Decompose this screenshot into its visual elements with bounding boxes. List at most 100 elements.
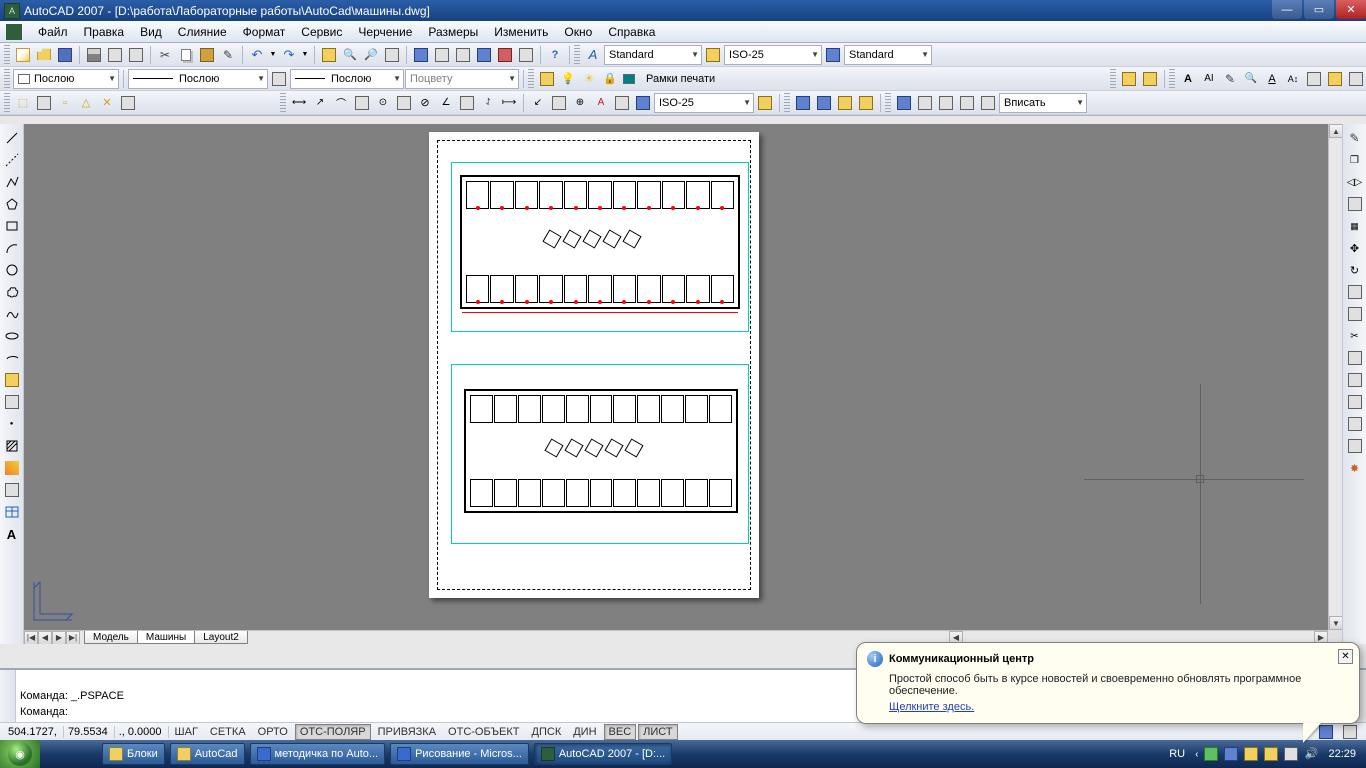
help-button[interactable]: ? bbox=[545, 45, 565, 65]
status-toggle-орто[interactable]: ОРТО bbox=[253, 724, 293, 740]
osnap-mid-button[interactable]: △ bbox=[76, 93, 96, 113]
vport-poly-button[interactable] bbox=[936, 93, 956, 113]
mirror-tool[interactable]: ◁▷ bbox=[1345, 172, 1365, 192]
new-button[interactable] bbox=[13, 45, 33, 65]
linetype-combo[interactable]: Послою▼ bbox=[128, 69, 268, 89]
vport-single-button[interactable] bbox=[915, 93, 935, 113]
balloon-close-button[interactable]: ✕ bbox=[1338, 649, 1353, 664]
osnap-end-button[interactable]: ▫ bbox=[55, 93, 75, 113]
menu-dimension[interactable]: Размеры bbox=[420, 23, 486, 41]
zoom-win-button[interactable]: 🔎 bbox=[361, 45, 381, 65]
offset-tool[interactable] bbox=[1345, 194, 1365, 214]
tab-layout2[interactable]: Layout2 bbox=[194, 631, 248, 644]
props-button[interactable] bbox=[411, 45, 431, 65]
dimupdate-button[interactable] bbox=[633, 93, 653, 113]
dimrad-button[interactable]: ⊙ bbox=[373, 93, 393, 113]
menu-tools[interactable]: Сервис bbox=[293, 23, 350, 41]
dtext-button[interactable]: AI bbox=[1199, 69, 1219, 89]
taskbar-item[interactable]: Рисование - Micros... bbox=[390, 743, 529, 765]
textstyle-icon[interactable]: A bbox=[583, 45, 603, 65]
status-toggle-отс-объект[interactable]: ОТС-ОБЪЕКТ bbox=[443, 724, 524, 740]
block-make-tool[interactable] bbox=[2, 392, 22, 412]
language-indicator[interactable]: RU bbox=[1165, 748, 1189, 760]
tab-next[interactable]: ▶ bbox=[52, 631, 66, 645]
menu-format[interactable]: Формат bbox=[235, 23, 294, 41]
qdim-button[interactable] bbox=[457, 93, 477, 113]
scaletext-button[interactable]: A↕ bbox=[1283, 69, 1303, 89]
lineweight-combo[interactable]: Послою▼ bbox=[290, 69, 404, 89]
mtext-tool[interactable]: A bbox=[2, 524, 22, 544]
minimize-button[interactable]: — bbox=[1272, 0, 1302, 19]
plot-preview-button[interactable] bbox=[105, 45, 125, 65]
revcloud-tool[interactable] bbox=[2, 282, 22, 302]
layer-lock-icon[interactable]: 🔒 bbox=[600, 69, 620, 89]
toolbar-grip[interactable] bbox=[574, 45, 580, 65]
ssm-button[interactable] bbox=[474, 45, 494, 65]
redo-button[interactable]: ↷ bbox=[279, 45, 299, 65]
maximize-viewport[interactable] bbox=[1340, 722, 1360, 742]
toolbar-grip[interactable] bbox=[4, 69, 10, 89]
close-button[interactable]: ✕ bbox=[1336, 0, 1366, 19]
toolbar-grip[interactable] bbox=[280, 93, 286, 113]
redo-dd-button[interactable]: ▼ bbox=[300, 45, 310, 65]
dimcen-button[interactable]: ⊕ bbox=[570, 93, 590, 113]
join-tool[interactable] bbox=[1345, 392, 1365, 412]
layprev-button[interactable] bbox=[1140, 69, 1160, 89]
dimedit-button[interactable]: A bbox=[591, 93, 611, 113]
region-tool[interactable] bbox=[2, 480, 22, 500]
menu-draw[interactable]: Черчение bbox=[350, 23, 420, 41]
linetype-mgr-button[interactable] bbox=[269, 69, 289, 89]
mtext-button[interactable]: A bbox=[1178, 69, 1198, 89]
layer-color-icon[interactable] bbox=[621, 69, 641, 89]
osnap-from-button[interactable] bbox=[34, 93, 54, 113]
layer-freeze-icon[interactable]: ☀ bbox=[579, 69, 599, 89]
status-toggle-привязка[interactable]: ПРИВЯЗКА bbox=[373, 724, 441, 740]
vertical-scrollbar[interactable]: ▲ ▼ bbox=[1328, 124, 1342, 630]
zoom-rt-button[interactable]: 🔍 bbox=[340, 45, 360, 65]
toolbar-grip[interactable] bbox=[4, 45, 10, 65]
gradient-tool[interactable] bbox=[2, 458, 22, 478]
status-toggle-дин[interactable]: ДИН bbox=[568, 724, 601, 740]
layer-on-icon[interactable]: 💡 bbox=[558, 69, 578, 89]
table-tool[interactable] bbox=[2, 502, 22, 522]
copy-tool[interactable]: ❐ bbox=[1345, 150, 1365, 170]
ellipsearc-tool[interactable] bbox=[2, 348, 22, 368]
tray-chevron-icon[interactable]: ‹ bbox=[1195, 749, 1198, 760]
toolbar-grip[interactable] bbox=[1110, 69, 1116, 89]
style-button[interactable] bbox=[1346, 69, 1366, 89]
extend-tool[interactable] bbox=[1345, 348, 1365, 368]
tab-last[interactable]: ▶| bbox=[66, 631, 80, 645]
osnap-int-button[interactable]: ✕ bbox=[97, 93, 117, 113]
balloon-link[interactable]: Щелкните здесь. bbox=[889, 701, 1349, 713]
osnap-temp-button[interactable]: ⬚ bbox=[13, 93, 33, 113]
viewport-1[interactable] bbox=[451, 162, 749, 332]
point-tool[interactable]: ● bbox=[2, 414, 22, 434]
menu-insert[interactable]: Слияние bbox=[170, 23, 235, 41]
ellipse-tool[interactable] bbox=[2, 326, 22, 346]
pan-button[interactable] bbox=[319, 45, 339, 65]
tray-comm-center-icon[interactable] bbox=[1264, 747, 1278, 761]
menu-file[interactable]: Файл bbox=[30, 23, 76, 41]
status-toggle-лист[interactable]: ЛИСТ bbox=[638, 724, 677, 740]
xline-tool[interactable] bbox=[2, 150, 22, 170]
draworder-above-button[interactable] bbox=[835, 93, 855, 113]
dimord-button[interactable] bbox=[352, 93, 372, 113]
toolbar-grip[interactable] bbox=[1169, 69, 1175, 89]
explode-tool[interactable]: ✸ bbox=[1345, 458, 1365, 478]
taskbar-item[interactable]: методичка по Auto... bbox=[250, 743, 386, 765]
dimlinear-button[interactable]: ⟷ bbox=[289, 93, 309, 113]
dimjog-button[interactable] bbox=[394, 93, 414, 113]
chamfer-tool[interactable] bbox=[1345, 414, 1365, 434]
dimstyle2-combo[interactable]: ISO-25▼ bbox=[654, 93, 754, 113]
maximize-button[interactable]: ▭ bbox=[1304, 0, 1334, 19]
trim-tool[interactable]: ✂ bbox=[1345, 326, 1365, 346]
color-combo[interactable]: Послою▼ bbox=[13, 69, 119, 89]
plotstyle-combo[interactable]: Поцвету▼ bbox=[405, 69, 519, 89]
layerprops-button[interactable] bbox=[537, 69, 557, 89]
spellcheck-button[interactable]: A bbox=[1262, 69, 1282, 89]
pline-tool[interactable] bbox=[2, 172, 22, 192]
status-toggle-шаг[interactable]: ШАГ bbox=[170, 724, 203, 740]
menu-help[interactable]: Справка bbox=[600, 23, 663, 41]
line-tool[interactable] bbox=[2, 128, 22, 148]
dimang-button[interactable]: ∠ bbox=[436, 93, 456, 113]
